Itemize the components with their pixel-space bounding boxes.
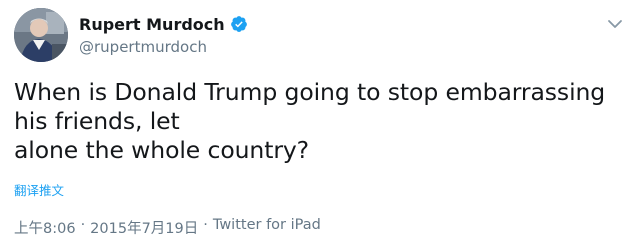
author-name-block: Rupert Murdoch @rupertmurdoch bbox=[79, 13, 248, 56]
tweet-header: Rupert Murdoch @rupertmurdoch bbox=[14, 8, 626, 62]
meta-separator: · bbox=[203, 217, 208, 233]
display-name[interactable]: Rupert Murdoch bbox=[79, 15, 225, 34]
screen-name[interactable]: @rupertmurdoch bbox=[79, 38, 248, 56]
tweet-source[interactable]: Twitter for iPad bbox=[213, 217, 321, 238]
avatar-photo bbox=[14, 8, 68, 62]
tweet-card: Rupert Murdoch @rupertmurdoch When is Do… bbox=[0, 0, 640, 249]
tweet-date[interactable]: 2015年7月19日 bbox=[90, 217, 198, 238]
translate-tweet-link[interactable]: 翻译推文 bbox=[14, 180, 64, 199]
tweet-text: When is Donald Trump going to stop embar… bbox=[14, 78, 606, 164]
chevron-down-icon[interactable] bbox=[606, 16, 624, 30]
tweet-time[interactable]: 上午8:06 bbox=[14, 217, 76, 238]
avatar[interactable] bbox=[14, 8, 68, 62]
verified-badge-icon bbox=[230, 15, 248, 33]
tweet-meta: 上午8:06 · 2015年7月19日 · Twitter for iPad bbox=[14, 217, 321, 238]
meta-separator: · bbox=[80, 217, 86, 233]
display-name-row: Rupert Murdoch bbox=[79, 13, 248, 35]
